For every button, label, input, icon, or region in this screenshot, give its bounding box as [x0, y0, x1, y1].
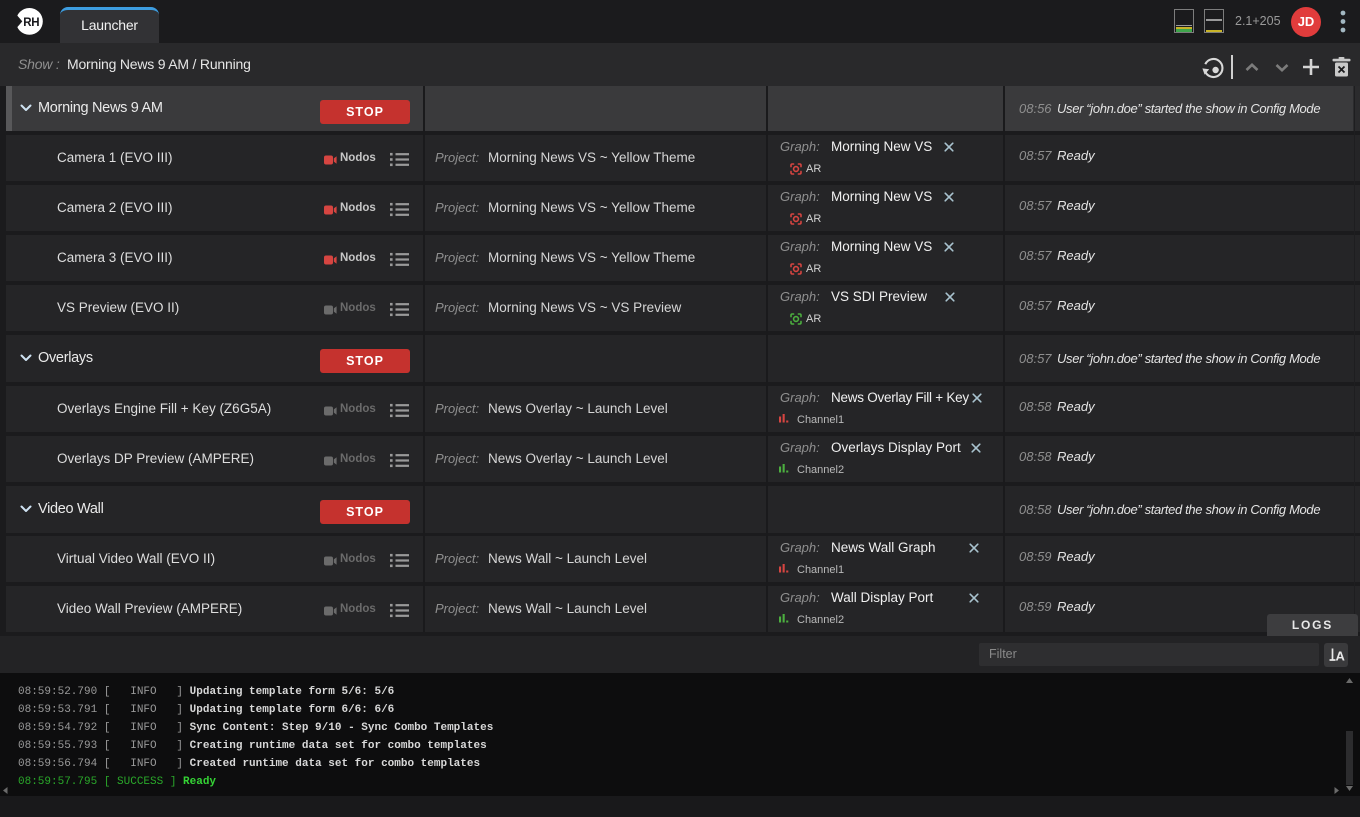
svg-text:RH: RH — [23, 17, 39, 29]
svg-text:A: A — [1336, 649, 1346, 664]
